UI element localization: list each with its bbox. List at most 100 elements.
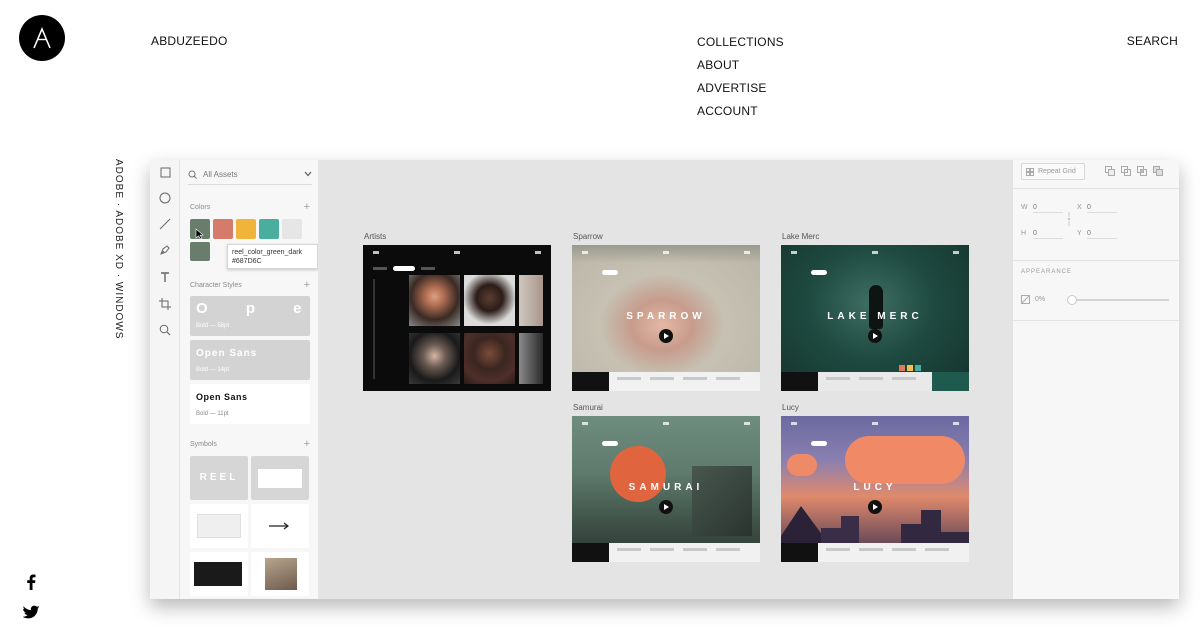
repeat-grid-button[interactable]: Repeat Grid [1021, 163, 1085, 180]
footer-dark-block [572, 372, 609, 391]
nav-item-about[interactable]: ABOUT [697, 59, 784, 82]
color-tooltip: reel_color_green_dark #687D6C [227, 244, 318, 269]
artboard-artists[interactable] [363, 245, 551, 391]
width-input[interactable]: 0 [1033, 204, 1063, 213]
boolean-intersect-icon[interactable] [1137, 166, 1148, 177]
nav-item-account[interactable]: ACCOUNT [697, 105, 784, 128]
x-input[interactable]: 0 [1087, 204, 1117, 213]
symbol-item[interactable]: REEL [190, 456, 248, 500]
rectangle-tool-icon[interactable] [158, 165, 172, 179]
twitter-icon[interactable] [22, 603, 40, 621]
symbol-thumbnail [258, 469, 302, 488]
assets-panel: All Assets Colors + reel_color_green_dar… [180, 160, 319, 599]
symbol-item[interactable] [190, 552, 248, 596]
footer-cell [650, 548, 674, 551]
color-swatch[interactable] [282, 219, 302, 239]
footer-cell [826, 377, 850, 380]
rock-shape [692, 466, 752, 536]
opacity-slider[interactable] [1067, 295, 1169, 305]
add-color-button[interactable]: + [304, 202, 310, 213]
facebook-icon[interactable] [22, 573, 40, 591]
color-swatch-selected[interactable] [190, 242, 210, 261]
footer-cell [716, 377, 740, 380]
y-input[interactable]: 0 [1087, 230, 1117, 239]
footer-cell [650, 377, 674, 380]
artboard-tab [373, 267, 387, 270]
artist-photo [409, 275, 460, 326]
artboard-tool-icon[interactable] [158, 297, 172, 311]
nav-item-collections[interactable]: COLLECTIONS [697, 36, 784, 59]
color-swatch[interactable] [236, 219, 256, 239]
play-button-icon [868, 500, 882, 514]
lock-aspect-icon[interactable] [1067, 212, 1071, 226]
artboard-label[interactable]: Lake Merc [782, 232, 819, 241]
footer-dark-block [781, 372, 818, 391]
artist-photo [519, 275, 543, 326]
footer-cell [925, 548, 949, 551]
artboard-label[interactable]: Lucy [782, 403, 799, 412]
brand-name[interactable]: ABDUZEEDO [151, 34, 227, 48]
symbol-item[interactable] [251, 456, 309, 500]
appearance-section-title: APPEARANCE [1021, 269, 1073, 275]
character-style-item[interactable]: Open Sans Bold — 14pt [190, 340, 310, 380]
ellipse-tool-icon[interactable] [158, 191, 172, 205]
artboard-lucy[interactable]: LUCY [781, 416, 969, 562]
artboard-nav [582, 422, 750, 425]
zoom-tool-icon[interactable] [158, 323, 172, 337]
artboard-nav [582, 251, 750, 254]
footer-cell [859, 548, 883, 551]
boolean-add-icon[interactable] [1105, 166, 1116, 177]
footer-cell [859, 377, 883, 380]
opacity-slider-handle[interactable] [1067, 295, 1077, 305]
artboard-title: SAMURAI [628, 482, 704, 493]
symbol-item[interactable] [251, 504, 309, 548]
character-style-item[interactable]: Open Sans Bold — 11pt [190, 384, 310, 424]
artboard-title: LUCY [853, 482, 897, 493]
pen-tool-icon[interactable] [158, 243, 172, 257]
line-tool-icon[interactable] [158, 217, 172, 231]
opacity-value[interactable]: 0% [1035, 296, 1045, 303]
nav-item-advertise[interactable]: ADVERTISE [697, 82, 784, 105]
artboard-title: LAKE MERC [827, 311, 923, 322]
property-inspector: Repeat Grid W 0 X 0 H 0 Y 0 APPEARANCE 0… [1012, 160, 1179, 599]
artboard-samurai[interactable]: SAMURAI [572, 416, 760, 562]
artboard-label[interactable]: Samurai [573, 403, 603, 412]
boolean-subtract-icon[interactable] [1121, 166, 1132, 177]
artboard-nav [791, 251, 959, 254]
tooltip-color-name: reel_color_green_dark [232, 249, 303, 256]
footer-cell [826, 548, 850, 551]
abduzeedo-logo[interactable] [19, 15, 65, 61]
text-tool-icon[interactable] [158, 270, 172, 284]
repeat-grid-icon [1026, 167, 1034, 176]
color-dot [915, 365, 921, 371]
artboard-sparrow[interactable]: SPARROW [572, 245, 760, 391]
character-style-sample: Open Sans [196, 348, 258, 359]
color-swatch[interactable] [259, 219, 279, 239]
artboard-nav [373, 251, 541, 254]
artist-photo [464, 333, 515, 384]
color-swatch[interactable] [213, 219, 233, 239]
boolean-exclude-icon[interactable] [1153, 166, 1164, 177]
artboard-footer [572, 372, 760, 391]
artboard-label[interactable]: Sparrow [573, 232, 603, 241]
footer-cell [892, 548, 916, 551]
footer-dark-block [572, 543, 609, 562]
artboard-label[interactable]: Artists [364, 232, 386, 241]
play-button-icon [659, 500, 673, 514]
symbol-item[interactable] [190, 504, 248, 548]
search-link[interactable]: SEARCH [1127, 34, 1178, 48]
assets-filter-dropdown[interactable]: All Assets [188, 167, 312, 181]
footer-cell [683, 377, 707, 380]
design-canvas[interactable]: Artists Sparrow SPARROW Lake Merc LAKE M… [319, 160, 1012, 599]
character-style-item[interactable]: O p e ... Bold — 58pt [190, 296, 318, 336]
artboard-nav [791, 422, 959, 425]
height-input[interactable]: 0 [1033, 230, 1063, 239]
add-symbol-button[interactable]: + [304, 439, 310, 450]
add-character-style-button[interactable]: + [304, 280, 310, 291]
character-style-sample: O p e ... [196, 300, 319, 317]
artboard-lake-merc[interactable]: LAKE MERC [781, 245, 969, 391]
colors-section-title: Colors [190, 204, 211, 211]
symbol-item[interactable] [251, 552, 309, 596]
artist-photo [519, 333, 543, 384]
opacity-icon [1021, 295, 1030, 304]
